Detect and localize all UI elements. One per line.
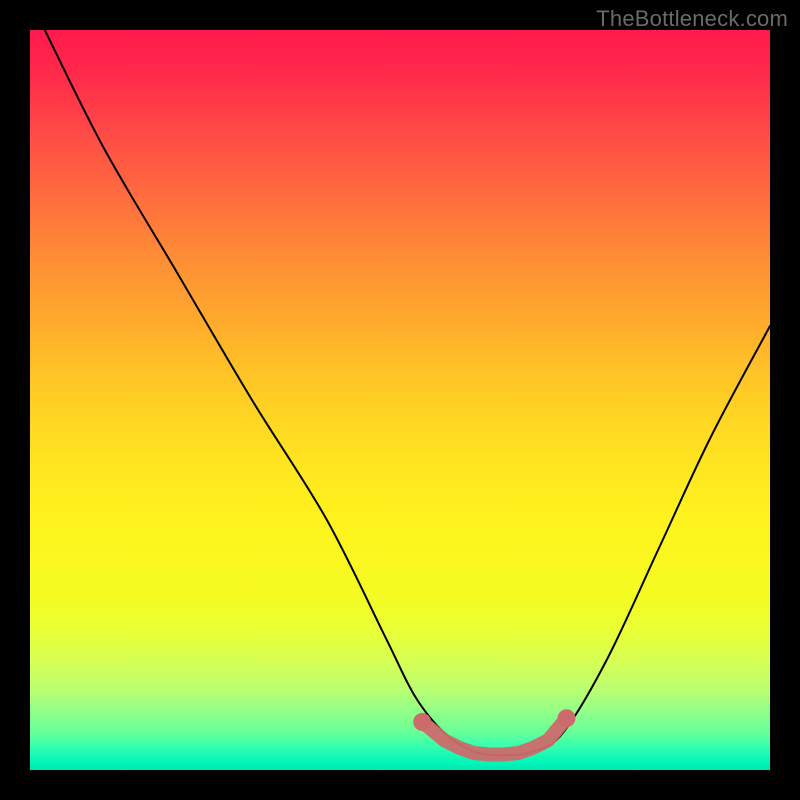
watermark-text: TheBottleneck.com — [596, 6, 788, 32]
chart-frame: TheBottleneck.com — [0, 0, 800, 800]
bottleneck-curve — [45, 30, 770, 755]
curve-overlay — [30, 30, 770, 770]
plot-area — [30, 30, 770, 770]
optimal-range-marker — [413, 709, 575, 754]
